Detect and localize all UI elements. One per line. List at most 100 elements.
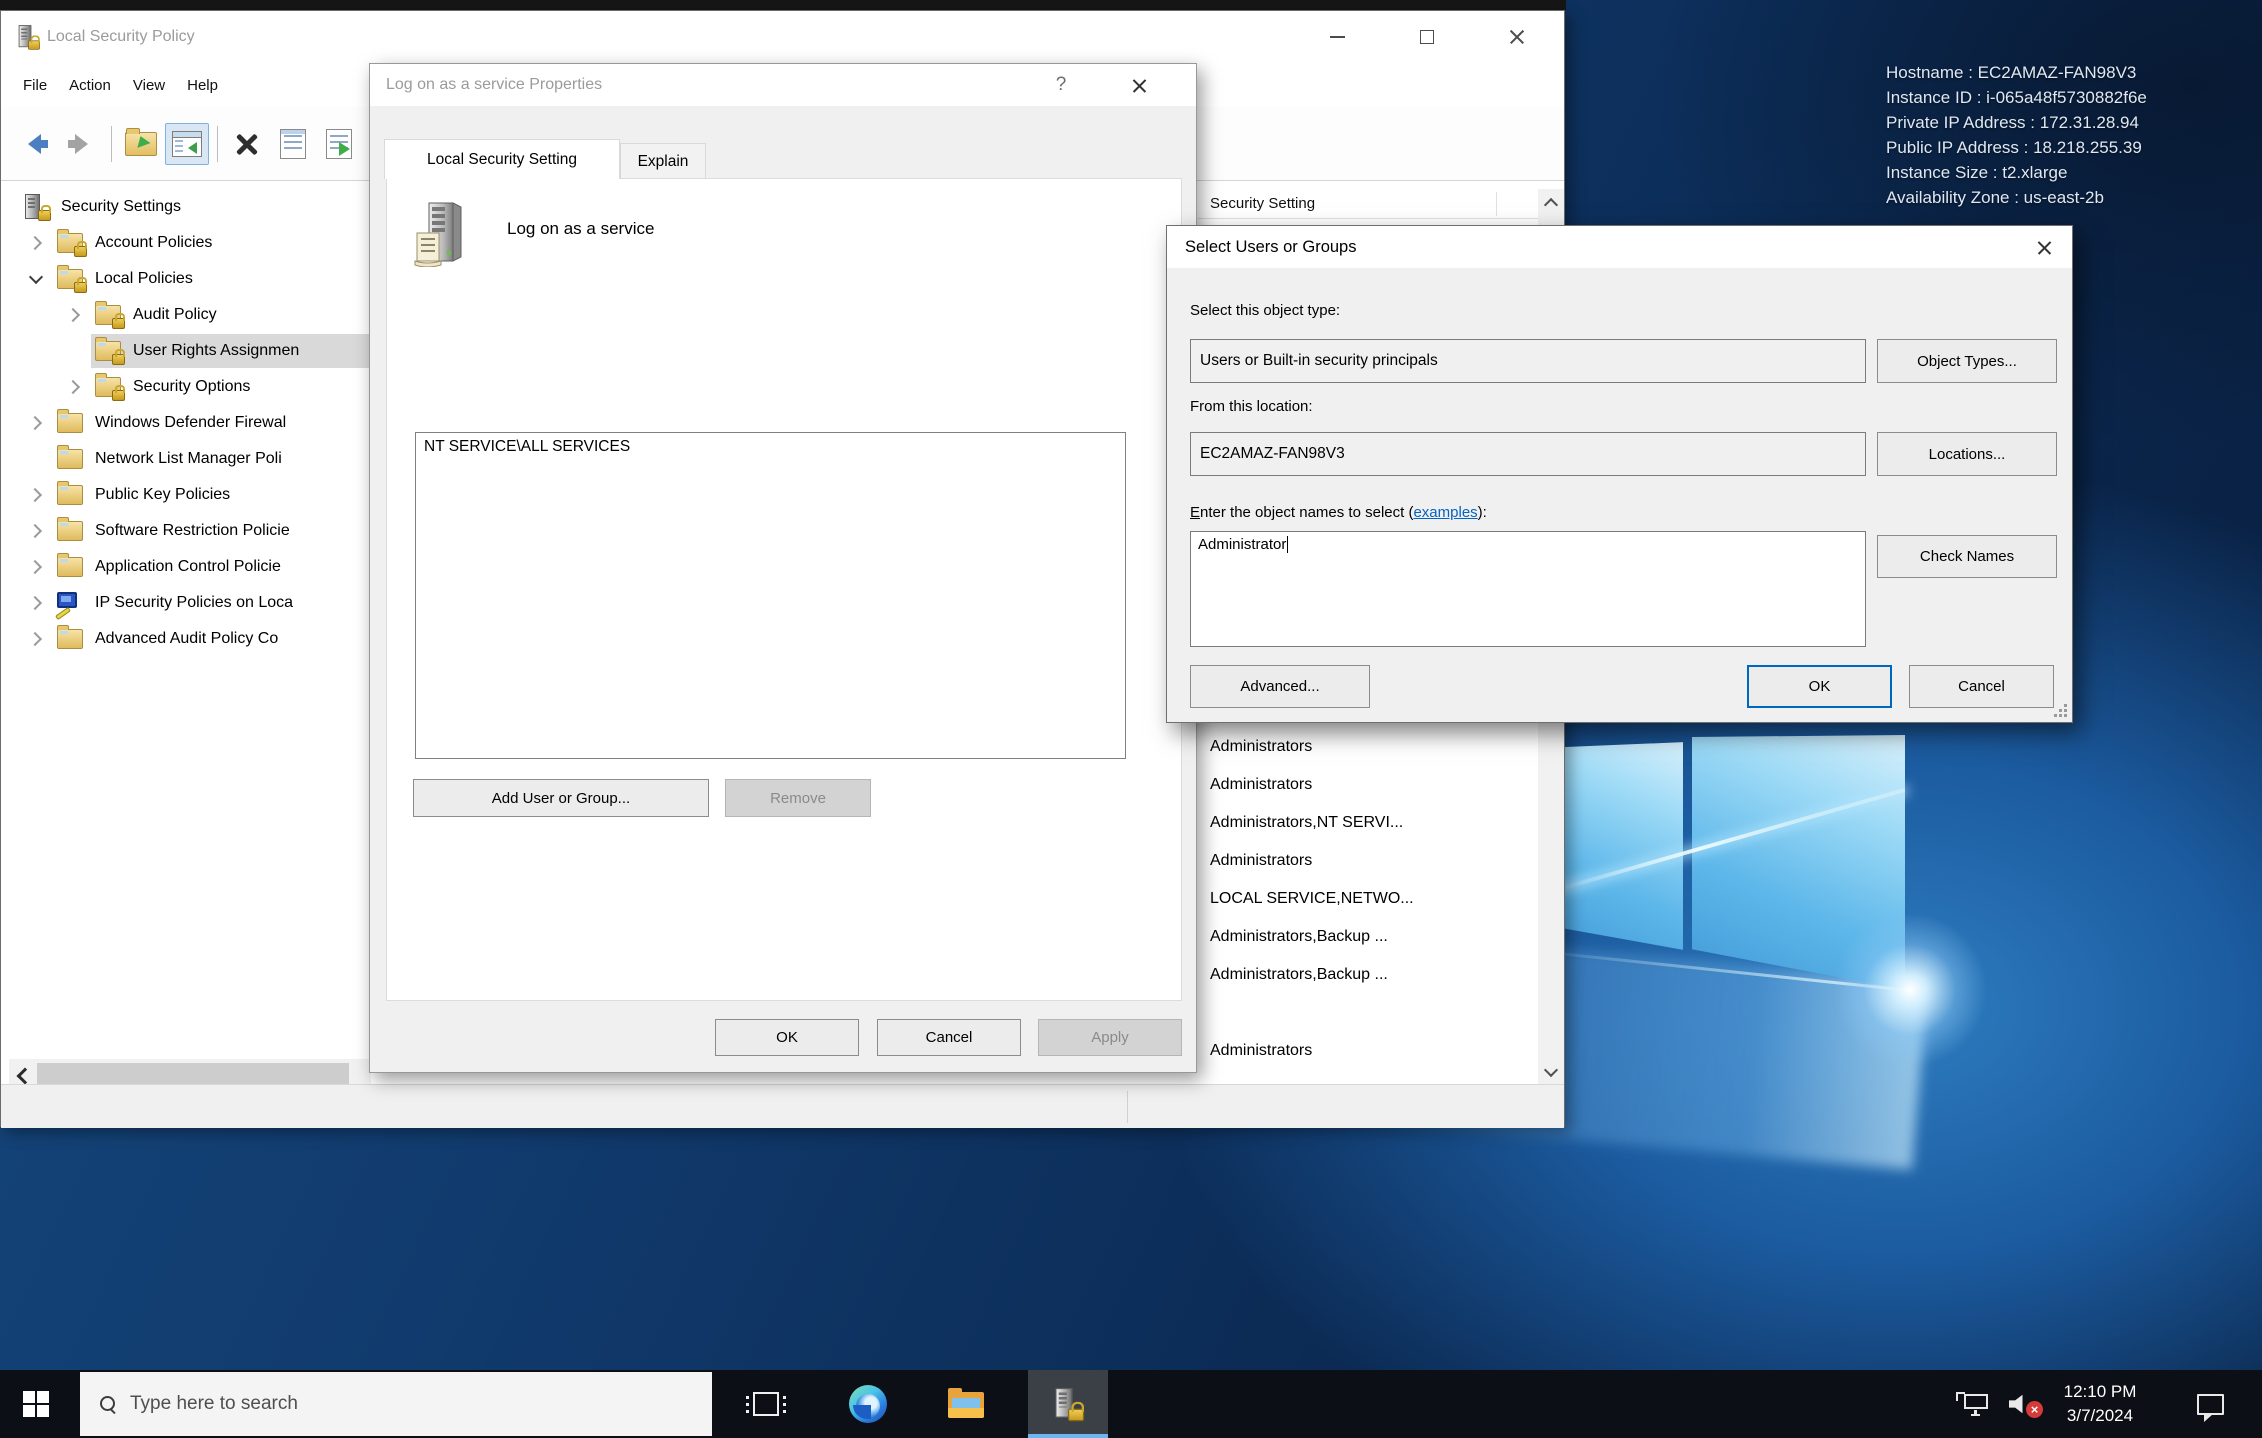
window-titlebar[interactable]: Local Security Policy [1,11,1564,63]
file-explorer-taskbar-button[interactable] [934,1370,998,1438]
tree-item[interactable]: IP Security Policies on Loca [9,585,371,621]
back-icon[interactable] [13,123,57,165]
expander-icon[interactable] [19,526,53,536]
tree-item[interactable]: Advanced Audit Policy Co [9,621,371,657]
policy-list-row[interactable]: LOCAL SERVICE,NETWO... [1198,880,1538,918]
minimize-button[interactable] [1292,11,1382,63]
export-folder-icon[interactable] [119,123,163,165]
tree-item[interactable]: Application Control Policie [9,549,371,585]
expander-icon[interactable] [19,490,53,500]
expander-icon[interactable] [19,272,53,286]
expander-icon[interactable] [19,634,53,644]
console-tree-icon[interactable] [165,123,209,165]
scroll-down-button[interactable] [1538,1058,1564,1086]
maximize-button[interactable] [1382,11,1472,63]
cancel-button[interactable]: Cancel [1909,665,2054,708]
location-field[interactable]: EC2AMAZ-FAN98V3 [1190,432,1866,476]
clock-date: 3/7/2024 [2067,1404,2133,1428]
apply-button[interactable]: Apply [1038,1019,1182,1056]
policy-list-row[interactable]: Administrators [1198,1032,1538,1070]
delete-icon[interactable] [225,123,269,165]
policy-list-row[interactable]: Administrators,Backup ... [1198,956,1538,994]
expander-icon[interactable] [57,310,91,320]
expander-icon[interactable] [19,418,53,428]
instance-info-line: Instance Size : t2.xlarge [1886,160,2246,185]
tab[interactable]: Explain [620,143,706,179]
export-list-icon[interactable] [317,123,361,165]
locations-button[interactable]: Locations... [1877,432,2057,476]
tree-node-icon [55,482,87,508]
tree-item-label: Public Key Policies [95,486,230,504]
examples-link[interactable]: examples [1413,504,1477,521]
help-button[interactable]: ? [1038,68,1084,102]
edge-icon [849,1385,887,1423]
object-types-button[interactable]: Object Types... [1877,339,2057,383]
tree-node-icon [55,446,87,472]
taskbar-search-box[interactable]: Type here to search [80,1372,712,1436]
tree-item[interactable]: Security Options [9,369,371,405]
policy-list-row[interactable]: Administrators [1198,842,1538,880]
policy-list-row[interactable]: Administrators [1198,728,1538,766]
scroll-up-button[interactable] [1538,189,1564,217]
tree-item-label: Software Restriction Policie [95,522,290,540]
object-names-input[interactable]: Administrator [1190,531,1866,647]
tree-item[interactable]: User Rights Assignmen [9,333,371,369]
member-item[interactable]: NT SERVICE\ALL SERVICES [416,433,1125,456]
tree-item[interactable]: Account Policies [9,225,371,261]
clock[interactable]: 12:10 PM 3/7/2024 [2040,1370,2160,1438]
check-names-button[interactable]: Check Names [1877,535,2057,578]
tree-item[interactable]: Network List Manager Poli [9,441,371,477]
object-type-field[interactable]: Users or Built-in security principals [1190,339,1866,383]
tree-item[interactable]: Public Key Policies [9,477,371,513]
properties-icon[interactable] [271,123,315,165]
ok-button[interactable]: OK [1747,665,1892,708]
column-divider[interactable] [1496,192,1497,216]
policy-list-row[interactable]: Administrators,Backup ... [1198,918,1538,956]
cancel-button[interactable]: Cancel [877,1019,1021,1056]
menu-item[interactable]: File [23,77,47,94]
expander-icon[interactable] [19,238,53,248]
tree-item[interactable]: Audit Policy [9,297,371,333]
policy-list-row[interactable] [1198,994,1538,1032]
expander-icon[interactable] [57,382,91,392]
expander-icon[interactable] [19,562,53,572]
action-center-button[interactable] [2182,1370,2238,1438]
forward-icon[interactable] [59,123,103,165]
text-caret [1287,536,1288,553]
tree-item[interactable]: Local Policies [9,261,371,297]
column-header-security-setting[interactable]: Security Setting [1198,189,1538,219]
resize-grip[interactable] [2055,705,2067,717]
tab[interactable]: Local Security Setting [384,139,620,179]
network-tray-button[interactable] [1946,1370,1998,1438]
tree-item[interactable]: Windows Defender Firewal [9,405,371,441]
dialog-close-button[interactable] [2023,230,2065,264]
menu-item[interactable]: View [133,77,165,94]
dialog-close-button[interactable] [1118,68,1160,102]
tree-item-label: Network List Manager Poli [95,450,282,468]
advanced-button[interactable]: Advanced... [1190,665,1370,708]
remove-button[interactable]: Remove [725,779,871,817]
task-view-button[interactable] [734,1370,798,1438]
policy-list-row[interactable]: Administrators [1198,766,1538,804]
policy-list-row[interactable]: Administrators,NT SERVI... [1198,804,1538,842]
expander-icon[interactable] [19,598,53,608]
tree-node-icon [55,554,87,580]
members-listbox[interactable]: NT SERVICE\ALL SERVICES [415,432,1126,759]
edge-taskbar-button[interactable] [836,1370,900,1438]
close-button[interactable] [1472,11,1562,63]
menu-item[interactable]: Help [187,77,218,94]
ok-button[interactable]: OK [715,1019,859,1056]
menu-item[interactable]: Action [69,77,111,94]
local-security-policy-taskbar-button[interactable] [1028,1370,1108,1438]
tree-item-label: User Rights Assignmen [133,342,299,360]
console-tree: Security Settings Account Policies [9,189,371,1059]
add-user-or-group-button[interactable]: Add User or Group... [413,779,709,817]
start-button[interactable] [0,1370,72,1438]
tree-item[interactable]: Security Settings [9,189,371,225]
tree-item[interactable]: Software Restriction Policie [9,513,371,549]
separator[interactable] [211,123,223,165]
tree-node-icon [55,266,87,292]
mmc-app-icon [15,24,41,50]
separator[interactable] [105,123,117,165]
dialog-titlebar[interactable]: Select Users or Groups [1167,226,2072,268]
